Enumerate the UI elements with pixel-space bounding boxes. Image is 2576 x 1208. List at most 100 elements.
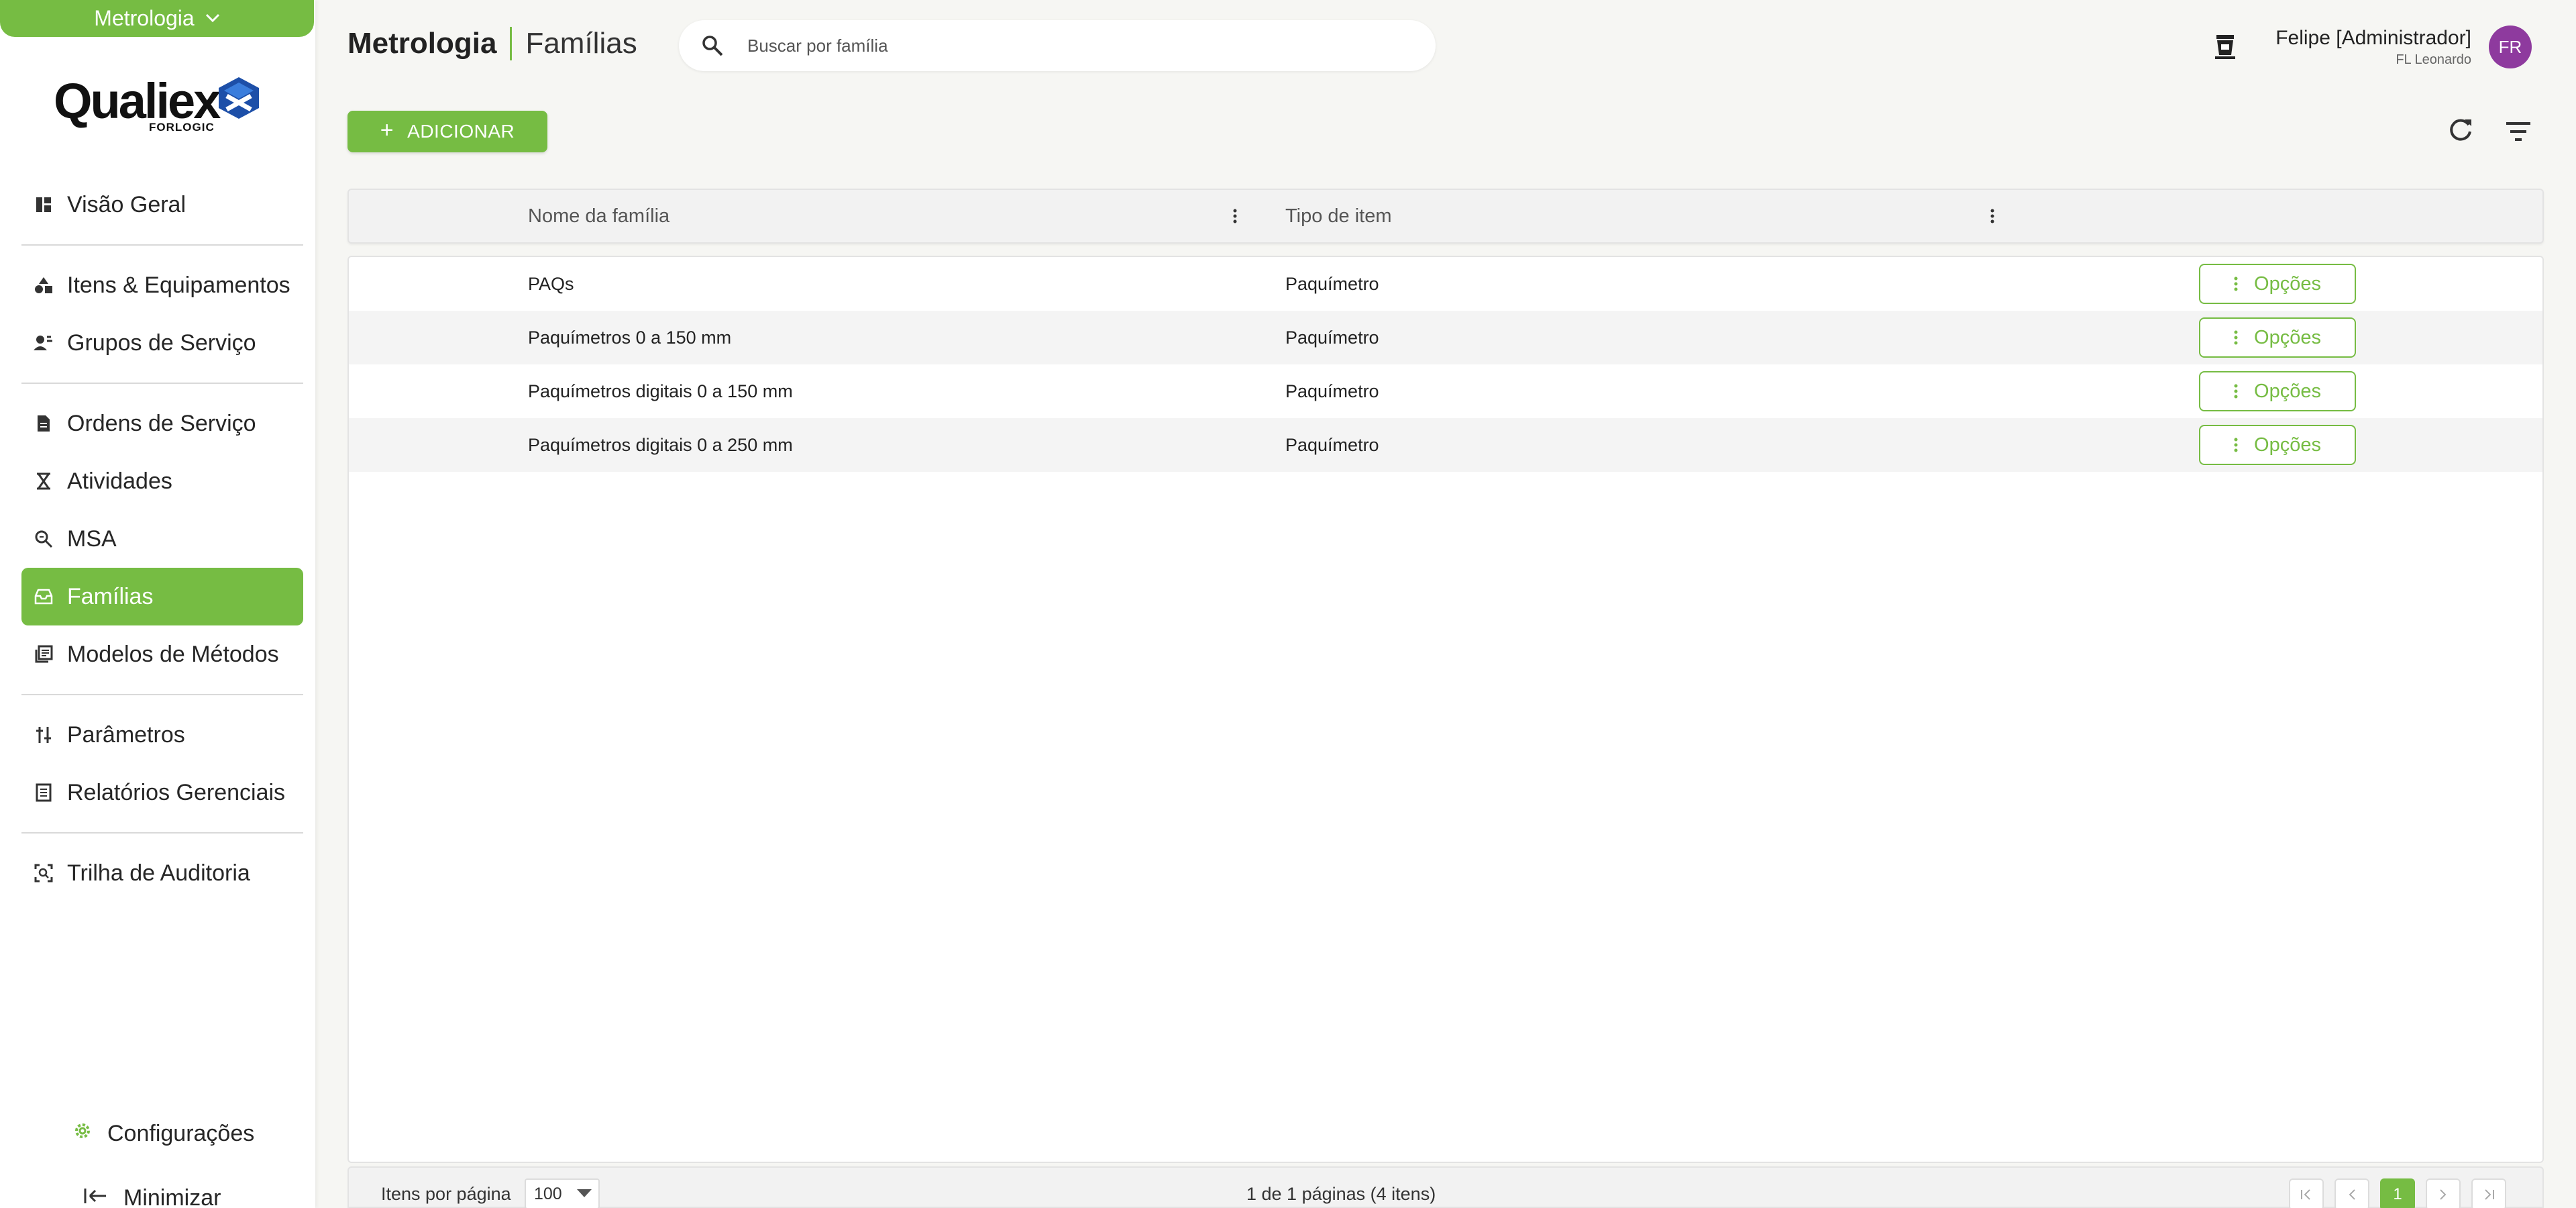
options-button[interactable]: Opções (2199, 371, 2356, 411)
sidebar-item-label: MSA (67, 525, 117, 552)
user-info[interactable]: Felipe [Administrador] FL Leonardo (2275, 27, 2471, 68)
settings-link[interactable]: Configurações (72, 1121, 254, 1147)
sidebar-item-relatorios[interactable]: Relatórios Gerenciais (21, 764, 303, 821)
page-title: Metrologia Famílias (347, 27, 637, 60)
first-page-button[interactable] (2289, 1178, 2324, 1208)
sidebar-item-label: Grupos de Serviço (67, 330, 256, 356)
sidebar-item-modelos-metodos[interactable]: Modelos de Métodos (21, 625, 303, 683)
minimize-button[interactable]: Minimizar (83, 1185, 221, 1208)
divider (21, 383, 303, 384)
items-per-page-label: Itens por página (381, 1184, 511, 1204)
pagination: 1 (2289, 1178, 2506, 1208)
add-button[interactable]: + ADICIONAR (347, 111, 547, 152)
options-button[interactable]: Opções (2199, 425, 2356, 465)
dashboard-icon (34, 195, 54, 215)
sidebar-item-parametros[interactable]: Parâmetros (21, 706, 303, 764)
sidebar-item-trilha-auditoria[interactable]: Trilha de Auditoria (21, 844, 303, 902)
sidebar-item-itens-equipamentos[interactable]: Itens & Equipamentos (21, 256, 303, 314)
cell-item-type: Paquímetro (1285, 327, 1379, 348)
table-row[interactable]: Paquímetros digitais 0 a 250 mm Paquímet… (349, 418, 2542, 472)
column-menu-icon[interactable] (1223, 203, 1247, 229)
coffee-cup-icon[interactable] (2211, 32, 2241, 62)
column-header-nome[interactable]: Nome da família (528, 190, 669, 242)
refresh-icon[interactable] (2445, 114, 2477, 146)
user-org: FL Leonardo (2396, 52, 2471, 67)
options-button[interactable]: Opções (2199, 264, 2356, 304)
divider (21, 832, 303, 834)
search-input[interactable] (747, 35, 1351, 56)
items-per-page-value: 100 (534, 1184, 562, 1203)
options-label: Opções (2254, 380, 2321, 402)
more-vertical-icon (2234, 438, 2238, 452)
sidebar-item-familias[interactable]: Famílias (21, 568, 303, 625)
column-header-tipo[interactable]: Tipo de item (1285, 190, 1392, 242)
sidebar-item-label: Visão Geral (67, 191, 186, 217)
next-page-button[interactable] (2426, 1178, 2461, 1208)
qualiex-logo: Qualiex FORLOGIC (54, 72, 262, 137)
table-body: PAQs Paquímetro Opções Paquímetros 0 a 1… (347, 256, 2544, 1163)
document-icon (34, 413, 54, 434)
table-row[interactable]: PAQs Paquímetro Opções (349, 257, 2542, 311)
search-icon[interactable] (692, 26, 733, 66)
title-divider (510, 27, 513, 60)
hourglass-icon (34, 471, 54, 491)
library-icon (34, 644, 54, 664)
collapse-left-icon (83, 1185, 107, 1208)
user-name: Felipe [Administrador] (2275, 27, 2471, 49)
avatar[interactable]: FR (2489, 26, 2532, 68)
first-page-icon (2301, 1189, 2310, 1200)
more-vertical-icon (2234, 276, 2238, 291)
cell-family-name: PAQs (528, 273, 574, 294)
table-footer: Itens por página 100 1 de 1 páginas (4 i… (347, 1166, 2544, 1208)
more-vertical-icon (2234, 384, 2238, 399)
table-row[interactable]: Paquímetros digitais 0 a 150 mm Paquímet… (349, 364, 2542, 418)
sidebar-item-label: Ordens de Serviço (67, 410, 256, 436)
caret-down-icon (577, 1189, 592, 1197)
page-title-module: Metrologia (347, 27, 497, 60)
cell-item-type: Paquímetro (1285, 273, 1379, 294)
cell-family-name: Paquímetros digitais 0 a 150 mm (528, 381, 793, 401)
sidebar-item-label: Trilha de Auditoria (67, 860, 250, 886)
page-info: 1 de 1 páginas (4 itens) (1246, 1184, 1436, 1204)
sidebar-item-msa[interactable]: MSA (21, 510, 303, 568)
add-button-label: ADICIONAR (407, 121, 515, 142)
cell-item-type: Paquímetro (1285, 434, 1379, 455)
sidebar-item-grupos-servico[interactable]: Grupos de Serviço (21, 314, 303, 372)
logo-mark-icon (219, 77, 259, 119)
more-vertical-icon (2234, 330, 2238, 345)
module-switcher[interactable]: Metrologia (0, 0, 314, 37)
chevron-left-icon (2349, 1189, 2355, 1200)
cell-family-name: Paquímetros 0 a 150 mm (528, 327, 732, 348)
sidebar-item-label: Relatórios Gerenciais (67, 779, 286, 805)
table-header: Nome da família Tipo de item (347, 189, 2544, 244)
app: Metrologia Qualiex FORLOGIC Visão Geral (0, 0, 2576, 1208)
sidebar-item-atividades[interactable]: Atividades (21, 452, 303, 510)
zoom-icon (34, 529, 54, 549)
sidebar-item-visao-geral[interactable]: Visão Geral (21, 176, 303, 234)
plus-icon: + (380, 117, 394, 143)
table-row[interactable]: Paquímetros 0 a 150 mm Paquímetro Opções (349, 311, 2542, 364)
chevron-down-icon (205, 7, 220, 28)
sliders-icon (34, 725, 54, 745)
divider (21, 244, 303, 246)
sidebar-nav: Visão Geral Itens & Equipamentos Grupos … (21, 176, 303, 902)
sidebar-item-label: Atividades (67, 468, 172, 494)
sidebar-item-ordens-servico[interactable]: Ordens de Serviço (21, 395, 303, 452)
filter-icon[interactable] (2502, 115, 2534, 148)
last-page-button[interactable] (2471, 1178, 2506, 1208)
divider (21, 694, 303, 695)
column-header-label: Tipo de item (1285, 205, 1392, 227)
options-label: Opções (2254, 272, 2321, 295)
items-per-page-select[interactable]: 100 (525, 1178, 600, 1208)
gear-icon (72, 1121, 93, 1147)
last-page-icon (2485, 1189, 2494, 1200)
column-menu-icon[interactable] (1980, 203, 2004, 229)
minimize-label: Minimizar (123, 1185, 221, 1208)
options-button[interactable]: Opções (2199, 317, 2356, 358)
page-title-page: Famílias (525, 27, 637, 60)
column-header-label: Nome da família (528, 205, 670, 227)
previous-page-button[interactable] (2334, 1178, 2369, 1208)
page-number-button[interactable]: 1 (2380, 1178, 2415, 1208)
options-label: Opções (2254, 326, 2321, 348)
report-icon (34, 783, 54, 803)
